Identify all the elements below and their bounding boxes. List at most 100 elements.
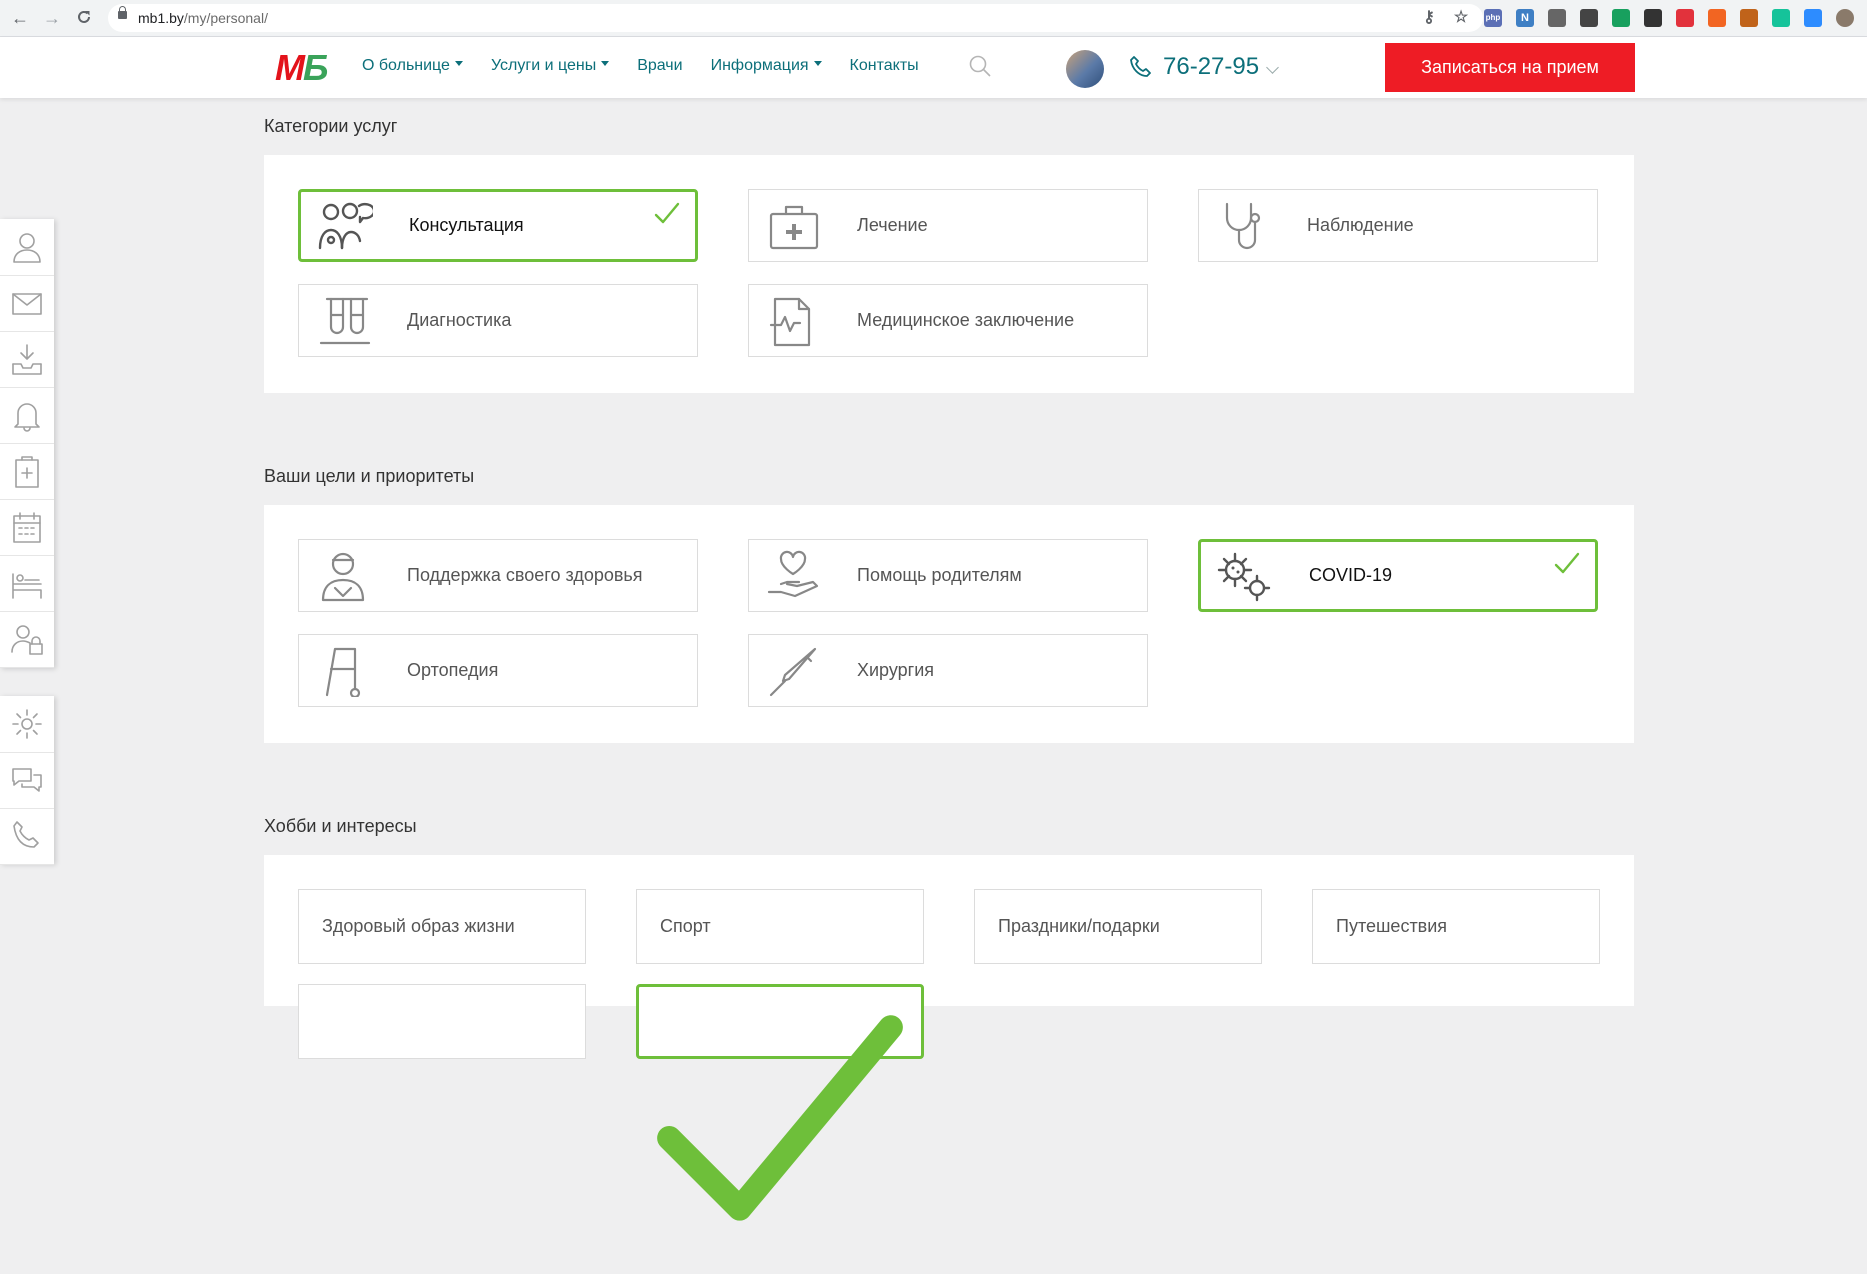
sidebar-item-hospital-bed[interactable] — [0, 555, 54, 612]
back-arrow-icon[interactable]: ← — [10, 8, 30, 28]
site-logo[interactable]: МБ — [275, 47, 328, 88]
forward-arrow-icon[interactable]: → — [42, 8, 62, 28]
category-card[interactable]: Диагностика — [298, 284, 698, 357]
url-text: mb1.by/my/personal/ — [138, 10, 268, 26]
main-navigation: О больнице Услуги и цены Врачи Информация Ко… — [362, 57, 947, 75]
hobbies-panel: Здоровый образ жизни Спорт Праздники/подар… — [264, 855, 1634, 1221]
card-label: COVID-19 — [1309, 565, 1393, 585]
section-title-goals: Ваши цели и приоритеты — [264, 466, 475, 486]
nav-item-3[interactable]: Информация — [711, 57, 822, 75]
section-title-categories: Категории услуг — [264, 116, 398, 136]
hobby-label: Спорт — [660, 916, 711, 936]
hobby-tag[interactable]: Праздники/подарки — [974, 889, 1262, 964]
settings-gear-icon — [12, 709, 42, 739]
logo-letter-m: М — [275, 47, 305, 88]
nav-item-label: Услуги и цены — [490, 57, 597, 74]
nav-item-2[interactable]: Врачи — [637, 57, 682, 75]
first-aid-kit-icon — [769, 205, 819, 250]
star-icon[interactable]: ☆ — [1452, 9, 1470, 27]
card-label: Хирургия — [857, 660, 935, 680]
hobby-tag[interactable]: Спорт — [636, 889, 924, 964]
pen-extension-icon[interactable] — [1580, 9, 1598, 27]
hobby-label: Путешествия — [1336, 916, 1448, 936]
category-card[interactable]: Наблюдение — [1198, 189, 1598, 262]
user-avatar[interactable] — [1066, 50, 1104, 88]
category-card[interactable]: Ортопедия — [298, 634, 698, 707]
card-label: Ортопедия — [407, 660, 499, 680]
phone-icon — [13, 821, 39, 848]
checkmark-icon — [654, 202, 680, 224]
sidebar-secondary-group — [0, 696, 54, 865]
card-label: Помощь родителям — [857, 565, 1022, 585]
category-card[interactable]: Хирургия — [748, 634, 1148, 707]
sidebar-main-group — [0, 219, 54, 668]
calendar-icon — [13, 512, 41, 543]
caret-down-icon — [454, 61, 463, 67]
profile-icon — [13, 233, 41, 263]
chat-icon — [12, 768, 42, 792]
profile-avatar-icon[interactable] — [1836, 9, 1854, 27]
nav-item-0[interactable]: О больнице — [362, 57, 463, 75]
nav-item-4[interactable]: Контакты — [850, 57, 919, 75]
reload-icon[interactable] — [74, 8, 94, 28]
hand-extension-icon[interactable] — [1708, 9, 1726, 27]
grammarly-extension-icon[interactable] — [1772, 9, 1790, 27]
browser-toolbar: ← → mb1.by/my/personal/ ⚷ ☆ php N — [0, 0, 1867, 37]
virus-icon — [1217, 552, 1271, 602]
heart-hand-icon — [767, 550, 819, 598]
extensions-bar: ⚷ ☆ php N — [1420, 9, 1854, 27]
hobby-tag[interactable]: Здоровый образ жизни — [298, 889, 586, 964]
bolt-extension-icon[interactable] — [1644, 9, 1662, 27]
sidebar-item-user-lock[interactable] — [0, 611, 54, 668]
sidebar-item-inbox-download[interactable] — [0, 331, 54, 388]
card-label: Наблюдение — [1307, 215, 1414, 235]
book-appointment-button[interactable]: Записаться на прием — [1385, 43, 1635, 92]
doctors-consultation-icon — [318, 202, 373, 250]
category-card[interactable]: Лечение — [748, 189, 1148, 262]
nav-item-label: О больнице — [362, 57, 450, 74]
hobby-tag[interactable] — [298, 984, 586, 1059]
phone-number[interactable]: 76-27-95 — [1163, 53, 1259, 81]
category-card[interactable]: COVID-19 — [1198, 539, 1598, 612]
sidebar-item-phone[interactable] — [0, 808, 54, 865]
site-header: МБ О больнице Услуги и цены Врачи Информаци… — [0, 37, 1867, 98]
hospital-bed-icon — [12, 573, 42, 599]
category-card[interactable]: Медицинское заключение — [748, 284, 1148, 357]
logo-letter-b: Б — [303, 47, 328, 88]
php-extension-icon[interactable]: php — [1484, 9, 1502, 27]
hobby-label: Праздники/подарки — [998, 916, 1160, 936]
scalpel-icon — [769, 647, 817, 697]
chevron-down-icon[interactable] — [1266, 61, 1279, 74]
category-card[interactable]: Помощь родителям — [748, 539, 1148, 612]
n-extension-icon[interactable]: N — [1516, 9, 1534, 27]
key-icon[interactable]: ⚷ — [1420, 9, 1438, 27]
zoom-extension-icon[interactable] — [1804, 9, 1822, 27]
shield-extension-icon[interactable] — [1676, 9, 1694, 27]
inbox-download-icon — [12, 344, 42, 375]
sidebar-item-calendar[interactable] — [0, 499, 54, 556]
nav-item-1[interactable]: Услуги и цены — [490, 57, 610, 75]
sidebar-item-medical-clipboard[interactable] — [0, 443, 54, 500]
phone-icon — [1130, 56, 1151, 77]
categories-panel: Консультация Лечение Наблюдение Диагностика… — [264, 155, 1634, 393]
globe-extension-icon[interactable] — [1548, 9, 1566, 27]
sidebar-item-profile[interactable] — [0, 219, 54, 276]
card-label: Поддержка своего здоровья — [407, 565, 643, 585]
url-host: mb1.by — [138, 10, 184, 26]
category-card[interactable]: Консультация — [298, 189, 698, 262]
test-tubes-icon — [319, 297, 371, 345]
goals-panel: Поддержка своего здоровья Помощь родителя… — [264, 505, 1634, 743]
search-icon[interactable] — [968, 54, 992, 78]
hobby-tag[interactable]: Путешествия — [1312, 889, 1600, 964]
sidebar-item-chat[interactable] — [0, 752, 54, 809]
sidebar-item-mail[interactable] — [0, 275, 54, 332]
medical-clipboard-icon — [15, 456, 39, 488]
sidebar-item-bell[interactable] — [0, 387, 54, 444]
address-bar[interactable]: mb1.by/my/personal/ — [108, 4, 1483, 32]
tool-extension-icon[interactable] — [1740, 9, 1758, 27]
walker-icon — [325, 647, 361, 697]
hobby-tag[interactable] — [636, 984, 924, 1221]
green-arrow-extension-icon[interactable] — [1612, 9, 1630, 27]
category-card[interactable]: Поддержка своего здоровья — [298, 539, 698, 612]
sidebar-item-settings-gear[interactable] — [0, 696, 54, 753]
